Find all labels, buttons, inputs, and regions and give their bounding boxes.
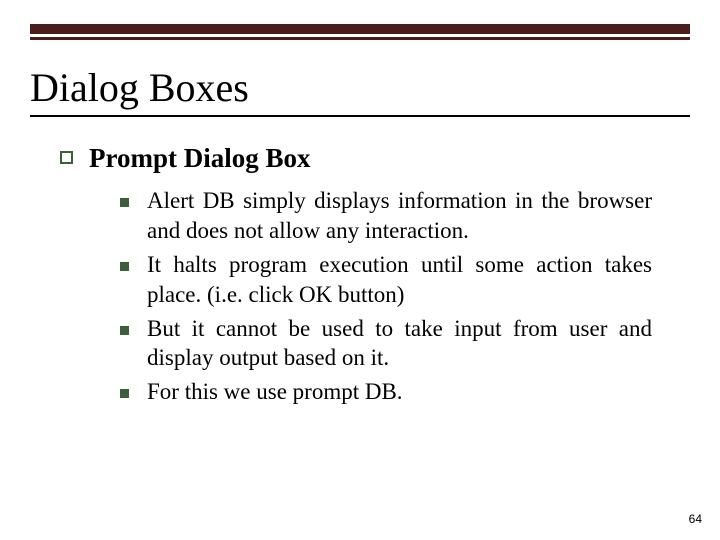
top-rule-thick [30,24,690,34]
slide: Dialog Boxes Prompt Dialog Box Alert DB … [0,0,720,540]
page-number: 64 [689,512,702,526]
list-item: Alert DB simply displays information in … [120,186,690,246]
square-outline-icon [60,151,73,164]
list-item: It halts program execution until some ac… [120,250,690,310]
list-item: But it cannot be used to take input from… [120,314,690,374]
title-underline [30,115,690,117]
subtitle-text: Prompt Dialog Box [89,143,311,174]
bullet-text: Alert DB simply displays information in … [147,186,652,246]
bullet-list: Alert DB simply displays information in … [60,186,690,407]
square-bullet-icon [120,262,129,271]
bullet-text: It halts program execution until some ac… [147,250,652,310]
bullet-text: But it cannot be used to take input from… [147,314,652,374]
bullet-text: For this we use prompt DB. [147,377,403,407]
square-bullet-icon [120,389,129,398]
square-bullet-icon [120,198,129,207]
subtitle-row: Prompt Dialog Box [60,143,690,174]
content-area: Prompt Dialog Box Alert DB simply displa… [30,143,690,407]
top-rule-thin [30,37,690,40]
list-item: For this we use prompt DB. [120,377,690,407]
slide-title: Dialog Boxes [30,64,690,111]
square-bullet-icon [120,326,129,335]
